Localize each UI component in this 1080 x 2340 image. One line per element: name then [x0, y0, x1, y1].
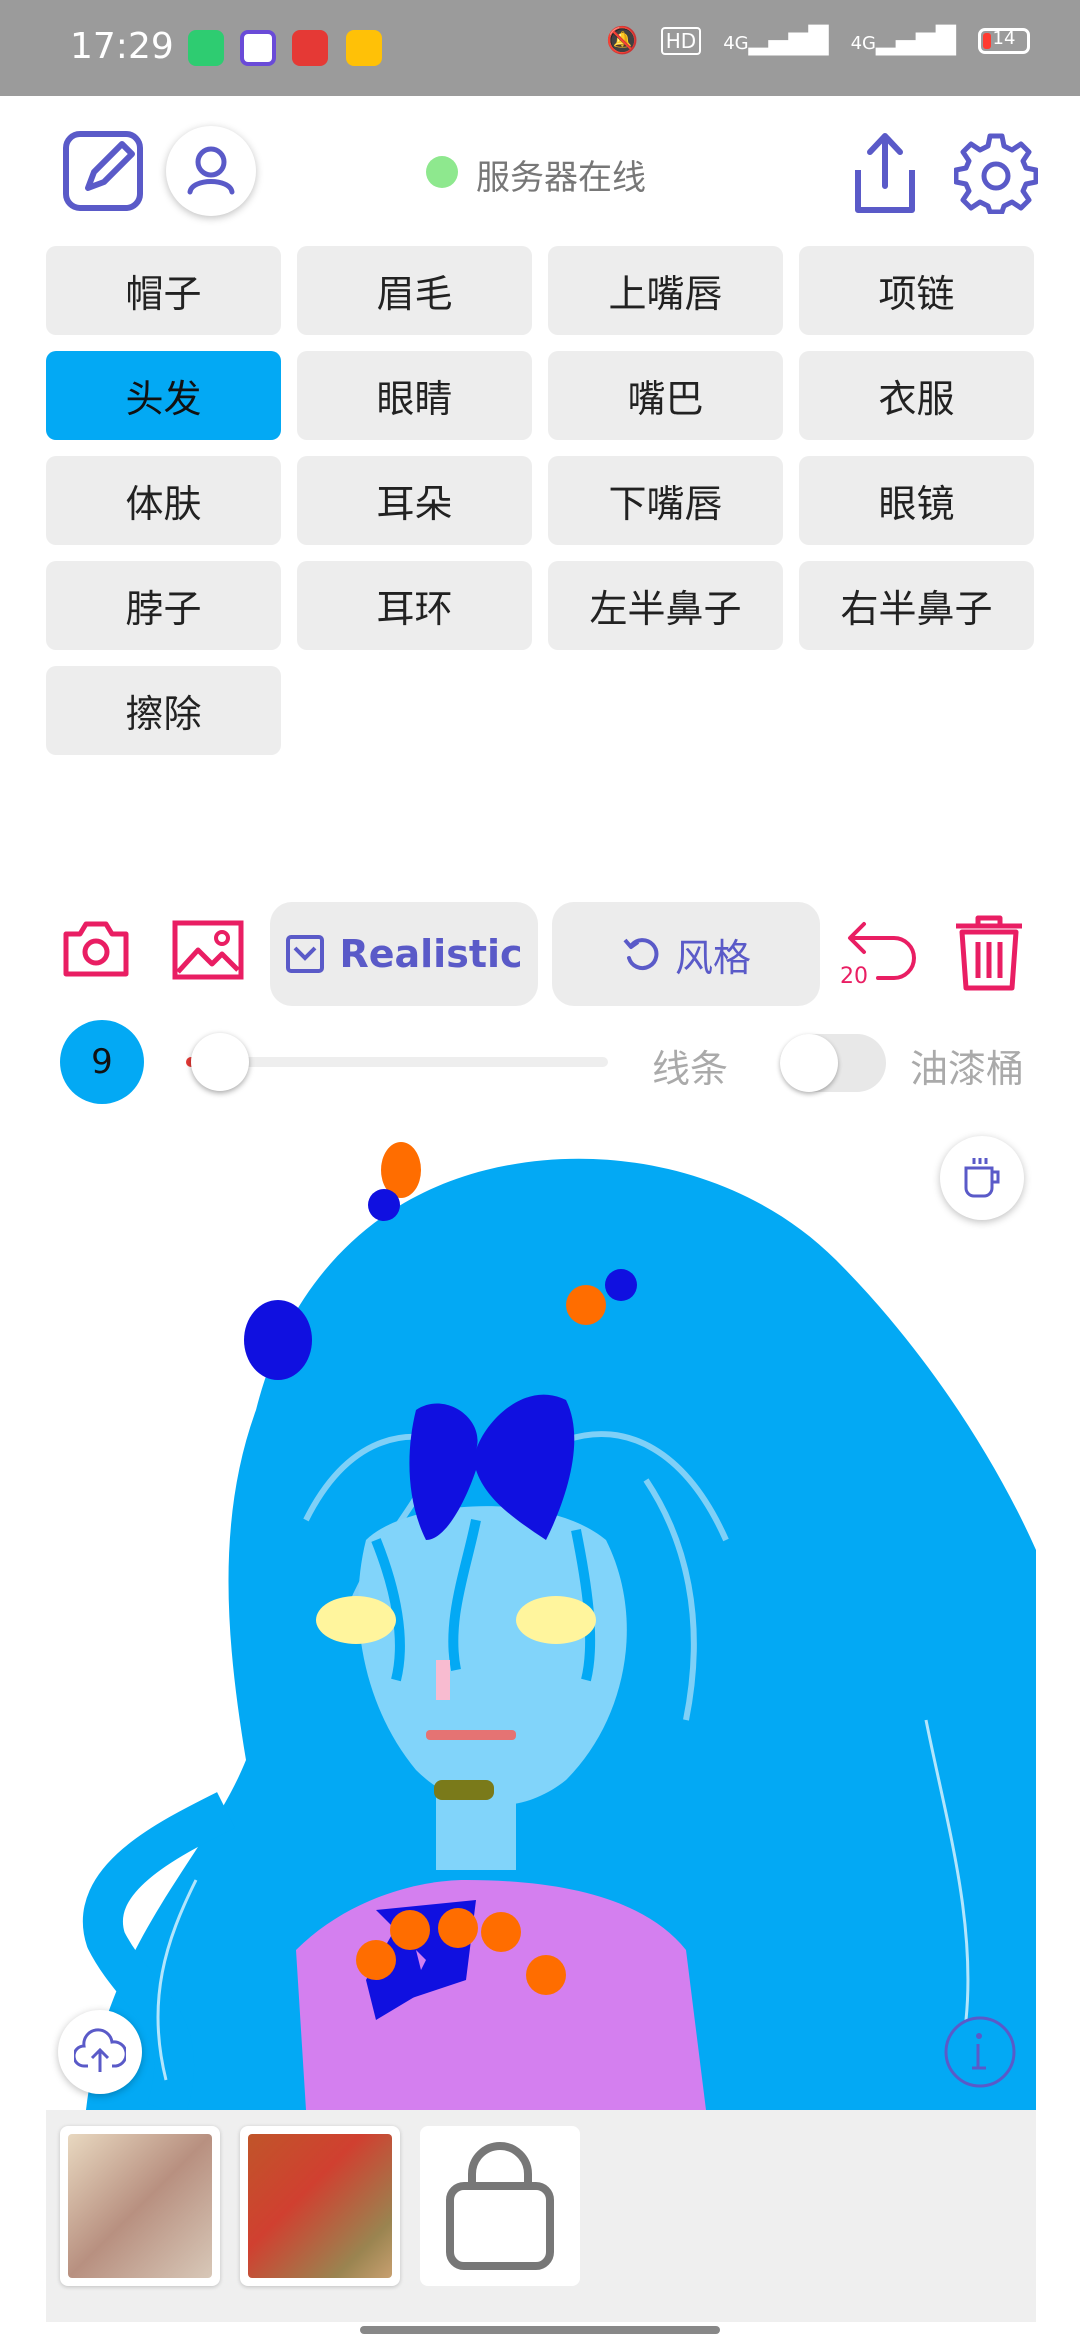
status-time: 17:29 — [70, 26, 174, 67]
style-button[interactable]: 风格 — [552, 902, 820, 1006]
model-label: Realistic — [339, 932, 523, 976]
shopping-bag-icon — [446, 2142, 554, 2270]
part-chip[interactable]: 右半鼻子 — [799, 561, 1034, 650]
part-chip[interactable]: 眉毛 — [297, 246, 532, 335]
coffee-cup-icon[interactable] — [940, 1136, 1024, 1220]
status-right: 🔕 HD 4G▂▄▆█ 4G▂▄▆█ 14 — [606, 26, 1030, 56]
model-checkbox-icon — [286, 935, 325, 973]
part-chip[interactable]: 左半鼻子 — [548, 561, 783, 650]
cloud-upload-icon[interactable] — [58, 2010, 142, 2094]
result-thumbnail[interactable] — [60, 2126, 220, 2286]
model-select-button[interactable]: Realistic — [270, 902, 538, 1006]
brush-size-thumb[interactable] — [190, 1033, 249, 1091]
part-chip[interactable]: 擦除 — [46, 666, 281, 755]
part-chip[interactable]: 下嘴唇 — [548, 456, 783, 545]
part-chip[interactable]: 体肤 — [46, 456, 281, 545]
part-chip[interactable]: 头发 — [46, 351, 281, 440]
rotate-icon — [623, 938, 659, 971]
drawing-canvas[interactable] — [46, 1120, 1036, 2110]
brush-size-track[interactable] — [186, 1057, 608, 1067]
part-selector-grid: 帽子 眉毛 上嘴唇 项链头发 眼睛 嘴巴 衣服体肤 耳朵 下嘴唇 眼镜脖子 耳环 左半鼻子 右半鼻子擦除 — [46, 246, 1036, 755]
edit-icon[interactable] — [60, 128, 146, 214]
line-mode-label: 线条 — [652, 1047, 729, 1091]
part-chip[interactable]: 上嘴唇 — [548, 246, 783, 335]
settings-gear-icon[interactable] — [953, 130, 1039, 215]
part-chip[interactable]: 帽子 — [46, 246, 281, 335]
part-chip[interactable]: 脖子 — [46, 561, 281, 650]
part-chip[interactable]: 眼睛 — [297, 351, 532, 440]
paint-bucket-toggle[interactable] — [780, 1034, 886, 1092]
result-thumbnails-strip — [46, 2110, 1036, 2322]
part-chip[interactable]: 耳朵 — [297, 456, 532, 545]
brush-size-badge: 9 — [60, 1020, 144, 1104]
style-label: 风格 — [674, 935, 751, 980]
battery-icon: 14 — [978, 28, 1030, 54]
gallery-image-icon[interactable] — [172, 920, 244, 980]
camera-icon[interactable] — [62, 918, 130, 978]
signal-1: 4G▂▄▆█ — [723, 26, 829, 56]
part-chip[interactable]: 眼镜 — [799, 456, 1034, 545]
network-label-2: 4G — [850, 33, 877, 54]
part-chip[interactable]: 嘴巴 — [548, 351, 783, 440]
trash-icon[interactable] — [950, 912, 1028, 992]
shopping-bag-button[interactable] — [420, 2126, 580, 2286]
browser-app-icon — [240, 30, 276, 66]
home-indicator — [360, 2326, 720, 2334]
battery-level: 14 — [992, 28, 1016, 49]
result-thumbnail[interactable] — [240, 2126, 400, 2286]
toggle-knob — [780, 1034, 838, 1092]
server-status-dot — [426, 156, 458, 188]
notes-app-icon — [346, 30, 382, 66]
status-bar: 17:29 🔕 HD 4G▂▄▆█ 4G▂▄▆█ 14 — [0, 0, 1080, 96]
server-status-text: 服务器在线 — [476, 158, 646, 198]
shopping-app-icon — [292, 30, 328, 66]
battery-app-icon — [188, 30, 224, 66]
undo-button[interactable]: 20 — [838, 912, 928, 992]
network-label-1: 4G — [723, 33, 749, 54]
user-icon[interactable] — [166, 126, 256, 216]
mute-icon: 🔕 — [606, 26, 639, 56]
paint-bucket-label: 油漆桶 — [910, 1047, 1025, 1091]
hd-label: HD — [660, 27, 702, 55]
share-icon[interactable] — [848, 130, 922, 216]
part-chip[interactable]: 耳环 — [297, 561, 532, 650]
part-chip[interactable]: 衣服 — [799, 351, 1034, 440]
undo-count: 20 — [840, 964, 868, 989]
drawing-artwork — [83, 1142, 1036, 2110]
signal-2: 4G▂▄▆█ — [850, 26, 956, 56]
part-chip[interactable]: 项链 — [799, 246, 1034, 335]
info-icon[interactable] — [938, 2010, 1022, 2094]
